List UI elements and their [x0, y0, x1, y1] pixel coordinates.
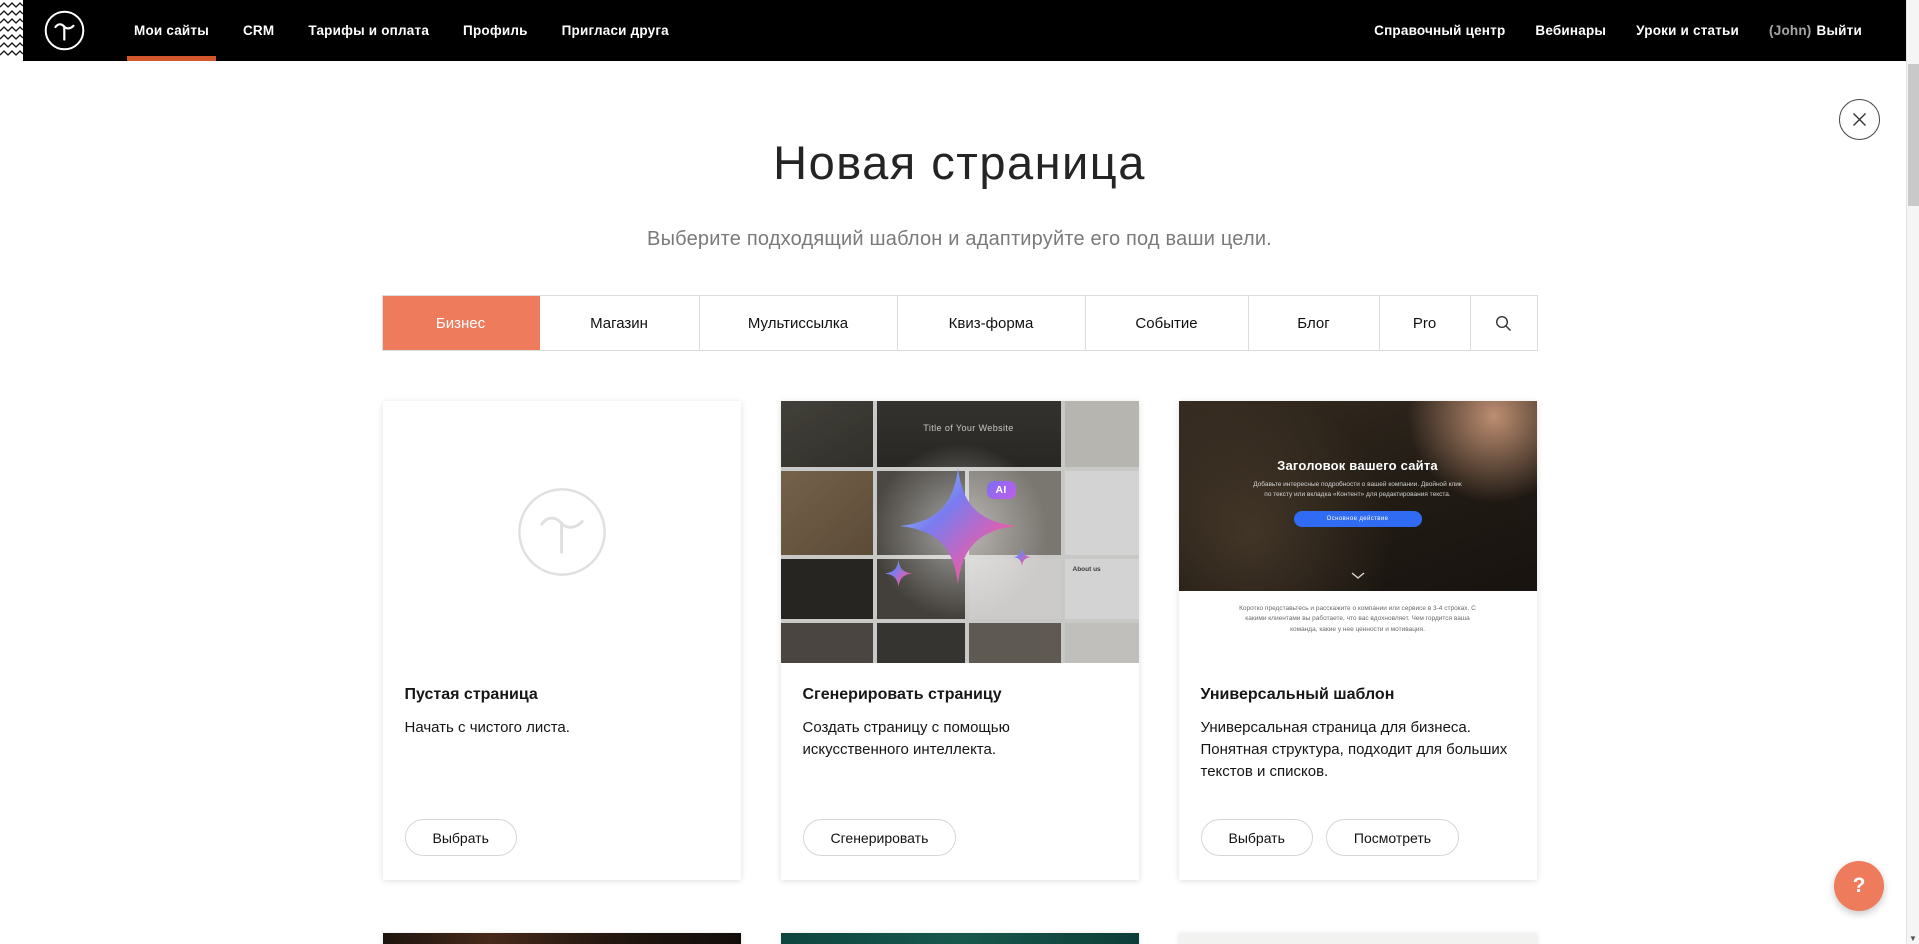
choose-button[interactable]: Выбрать — [1201, 819, 1313, 856]
ai-sparkle-icon — [867, 452, 1053, 612]
tab-search[interactable] — [1471, 296, 1537, 350]
next-cards-row-partial — [383, 933, 1537, 944]
card-body: Универсальный шаблон Универсальная стран… — [1179, 663, 1537, 880]
nav-item-help-center[interactable]: Справочный центр — [1359, 23, 1520, 38]
nav-item-label: Вебинары — [1535, 23, 1606, 38]
scrollbar-thumb[interactable] — [1908, 64, 1919, 206]
vertical-scrollbar[interactable]: ▼ — [1906, 0, 1919, 944]
partial-card-thumbnail[interactable] — [781, 933, 1139, 944]
tilda-logo[interactable] — [44, 10, 85, 51]
card-actions: Выбрать — [405, 819, 719, 856]
template-cards-row: Пустая страница Начать с чистого листа. … — [383, 401, 1537, 880]
card-description: Начать с чистого листа. — [405, 717, 719, 739]
partial-card-thumbnail[interactable] — [383, 933, 741, 944]
nav-item-my-sites[interactable]: Мои сайты — [117, 0, 226, 61]
active-nav-underline — [127, 56, 216, 61]
nav-item-lessons[interactable]: Уроки и статьи — [1621, 23, 1754, 38]
nav-item-invite-friend[interactable]: Пригласи друга — [545, 0, 686, 61]
template-preview-subtext: Добавьте интересные подробности о вашей … — [1250, 480, 1465, 500]
chevron-down-icon — [1351, 566, 1365, 584]
card-blank-page: Пустая страница Начать с чистого листа. … — [383, 401, 741, 880]
search-icon — [1495, 315, 1512, 332]
tilda-logo-icon — [44, 10, 85, 51]
nav-item-tariffs[interactable]: Тарифы и оплата — [291, 0, 446, 61]
tilda-watermark-icon — [516, 486, 608, 578]
tab-business[interactable]: Бизнес — [383, 296, 540, 350]
nav-item-label: Справочный центр — [1374, 23, 1505, 38]
navbar-right-menu: Справочный центр Вебинары Уроки и статьи… — [1359, 23, 1919, 38]
tab-shop[interactable]: Магазин — [540, 296, 700, 350]
tab-pro[interactable]: Pro — [1380, 296, 1471, 350]
template-preview-cta-button: Основное действие — [1294, 511, 1422, 527]
partial-card-thumbnail[interactable] — [1179, 933, 1537, 944]
tab-event[interactable]: Событие — [1086, 296, 1249, 350]
close-icon — [1852, 112, 1867, 127]
help-button[interactable]: ? — [1834, 861, 1884, 911]
choose-button[interactable]: Выбрать — [405, 819, 517, 856]
zigzag-decoration — [0, 0, 23, 61]
nav-item-label: Мои сайты — [134, 23, 209, 38]
nav-item-logout[interactable]: (John) Выйти — [1754, 23, 1877, 38]
close-button[interactable] — [1839, 99, 1880, 140]
template-preview-body: Коротко представьтесь и расскажите о ком… — [1179, 591, 1537, 663]
page-title: Новая страница — [0, 135, 1919, 190]
top-navbar: Мои сайты CRM Тарифы и оплата Профиль Пр… — [0, 0, 1919, 61]
card-actions: Выбрать Посмотреть — [1201, 819, 1515, 856]
card-actions: Сгенерировать — [803, 819, 1117, 856]
template-preview-heading: Заголовок вашего сайта — [1179, 458, 1537, 473]
zigzag-pattern-icon — [0, 0, 23, 61]
tab-multilink[interactable]: Мультиссылка — [700, 296, 898, 350]
card-body: Сгенерировать страницу Создать страницу … — [781, 663, 1139, 880]
card-title: Сгенерировать страницу — [803, 686, 1117, 704]
scrollbar-down-arrow[interactable]: ▼ — [1907, 934, 1919, 943]
card-ai-generate: Title of Your Website About — [781, 401, 1139, 880]
card-universal-template: Заголовок вашего сайта Добавьте интересн… — [1179, 401, 1537, 880]
user-name: (John) — [1769, 23, 1811, 38]
nav-item-label: Профиль — [463, 23, 528, 38]
ai-badge: AI — [987, 481, 1016, 499]
template-category-tabs: Бизнес Магазин Мультиссылка Квиз-форма С… — [382, 295, 1538, 351]
nav-item-label: Пригласи друга — [562, 23, 669, 38]
preview-button[interactable]: Посмотреть — [1326, 819, 1459, 856]
new-page-dialog: Новая страница Выберите подходящий шабло… — [0, 61, 1919, 944]
generate-button[interactable]: Сгенерировать — [803, 819, 957, 856]
nav-item-label: Тарифы и оплата — [308, 23, 429, 38]
blank-page-thumbnail — [383, 401, 741, 663]
nav-item-crm[interactable]: CRM — [226, 0, 291, 61]
universal-template-thumbnail: Заголовок вашего сайта Добавьте интересн… — [1179, 401, 1537, 663]
logout-label: Выйти — [1817, 23, 1863, 38]
card-body: Пустая страница Начать с чистого листа. … — [383, 663, 741, 880]
nav-item-profile[interactable]: Профиль — [446, 0, 545, 61]
card-description: Универсальная страница для бизнеса. Поня… — [1201, 717, 1515, 782]
navbar-left-menu: Мои сайты CRM Тарифы и оплата Профиль Пр… — [117, 0, 686, 61]
card-description: Создать страницу с помощью искусственног… — [803, 717, 1117, 761]
page-subtitle: Выберите подходящий шаблон и адаптируйте… — [0, 228, 1919, 251]
nav-item-webinars[interactable]: Вебинары — [1520, 23, 1621, 38]
nav-item-label: Уроки и статьи — [1636, 23, 1739, 38]
template-preview-text: Коротко представьтесь и расскажите о ком… — [1235, 604, 1480, 635]
ai-generate-thumbnail: Title of Your Website About — [781, 401, 1139, 663]
template-preview-hero: Заголовок вашего сайта Добавьте интересн… — [1179, 401, 1537, 591]
tab-blog[interactable]: Блог — [1249, 296, 1380, 350]
tab-quiz-form[interactable]: Квиз-форма — [898, 296, 1086, 350]
ai-sparkle — [781, 401, 1139, 663]
card-title: Универсальный шаблон — [1201, 686, 1515, 704]
nav-item-label: CRM — [243, 23, 274, 38]
card-title: Пустая страница — [405, 686, 719, 704]
